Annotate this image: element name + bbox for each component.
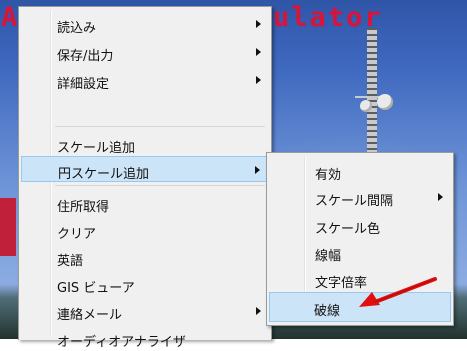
menu-item-label: 住所取得 — [57, 200, 110, 215]
menu-separator — [55, 126, 265, 127]
red-structure — [0, 198, 16, 256]
submenu-arrow-icon — [256, 76, 261, 84]
menu-item-gis-viewer[interactable]: GIS ビューア — [21, 271, 269, 297]
menu-item-label: 英語 — [57, 254, 84, 269]
app-title-left: A — [1, 2, 20, 33]
submenu-arrow-icon — [255, 166, 260, 174]
menu-item-label: 保存/出力 — [57, 49, 114, 64]
menu-item-label: 読込み — [57, 21, 97, 36]
context-menu: 読込み 保存/出力 詳細設定 スケール追加 円スケール追加 住所取得 クリア 英… — [18, 6, 272, 350]
menu-item-audio-analyzer[interactable]: オーディオアナライザ — [21, 325, 269, 351]
tower-dish — [377, 94, 393, 110]
menu-item-contact-mail[interactable]: 連絡メール — [21, 298, 269, 324]
menu-item-label: 有効 — [315, 168, 342, 183]
menu-item-label: スケール間隔 — [315, 194, 394, 209]
menu-item-label: 円スケール追加 — [58, 167, 150, 182]
menu-item-label: オーディオアナライザ — [57, 335, 186, 350]
annotation-arrow-icon — [359, 277, 437, 307]
menu-item-label: スケール色 — [315, 222, 381, 237]
menu-item-label: 詳細設定 — [57, 77, 110, 92]
menu-item-label: スケール追加 — [57, 141, 136, 156]
submenu-item-scale-interval[interactable]: スケール間隔 — [269, 184, 451, 210]
submenu-arrow-icon — [256, 307, 261, 315]
app-title-right: ulator — [273, 2, 383, 33]
tower-dish-small — [360, 100, 372, 112]
menu-item-add-scale[interactable]: スケール追加 — [21, 131, 269, 157]
menu-item-add-circle-scale[interactable]: 円スケール追加 — [21, 156, 269, 182]
menu-item-get-address[interactable]: 住所取得 — [21, 190, 269, 216]
menu-item-advanced-settings[interactable]: 詳細設定 — [21, 67, 269, 93]
menu-item-label: GIS ビューア — [57, 281, 135, 296]
menu-item-label: 破線 — [314, 304, 341, 319]
submenu-item-scale-color[interactable]: スケール色 — [269, 212, 451, 238]
submenu-item-enable[interactable]: 有効 — [269, 158, 451, 184]
submenu-item-line-width[interactable]: 線幅 — [269, 239, 451, 265]
menu-item-clear[interactable]: クリア — [21, 217, 269, 243]
menu-item-label: 連絡メール — [57, 308, 123, 323]
menu-item-save-export[interactable]: 保存/出力 — [21, 39, 269, 65]
submenu-arrow-icon — [256, 20, 261, 28]
submenu-arrow-icon — [438, 193, 443, 201]
menu-item-label: 線幅 — [315, 249, 342, 264]
menu-separator — [55, 185, 265, 186]
menu-item-load[interactable]: 読込み — [21, 11, 269, 37]
submenu-arrow-icon — [256, 48, 261, 56]
menu-item-english[interactable]: 英語 — [21, 244, 269, 270]
menu-item-label: クリア — [57, 227, 97, 242]
